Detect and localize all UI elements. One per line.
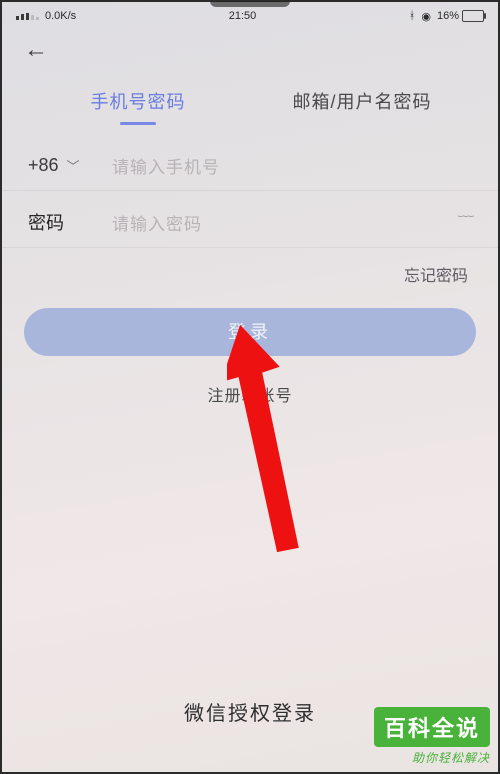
bluetooth-icon: ᚼ [409,10,416,22]
tab-email-password[interactable]: 邮箱/用户名密码 [254,82,470,135]
watermark: 百科全说 助你轻松解决 [374,707,490,766]
tab-email-label: 邮箱/用户名密码 [292,92,431,112]
country-code: +86 [28,155,59,176]
speaker-slot [210,1,290,7]
phone-field-row: +86 ﹀ 请输入手机号 [2,135,498,191]
login-button[interactable]: 登录 [24,308,476,356]
country-code-picker[interactable]: +86 ﹀ [28,155,98,176]
tab-phone-password[interactable]: 手机号密码 [30,82,246,135]
back-button[interactable]: ← [24,36,48,64]
eye-closed-icon[interactable]: ﹋ [458,210,472,234]
screen: 0.0K/s 21:50 ᚼ ◉ 16% ← 手机号密码 邮箱/用户名密码 +8… [0,0,500,774]
watermark-title: 百科全说 [374,707,490,747]
login-tabs: 手机号密码 邮箱/用户名密码 [2,64,498,135]
forgot-password-link[interactable]: 忘记密码 [2,248,498,294]
tab-phone-label: 手机号密码 [91,92,186,112]
signal-icon [16,13,39,20]
chevron-down-icon: ﹀ [67,156,80,175]
battery-pct: 16% [437,10,459,22]
phone-input[interactable]: 请输入手机号 [112,153,472,178]
network-speed: 0.0K/s [45,10,76,22]
status-time: 21:50 [229,10,257,22]
tab-underline [120,122,156,125]
password-label: 密码 [28,209,98,235]
password-input[interactable]: 请输入密码 [112,210,444,235]
shield-icon: ◉ [421,10,431,23]
password-field-row: 密码 请输入密码 ﹋ [2,191,498,248]
battery-indicator: 16% [437,10,484,22]
register-link[interactable]: 注册新账号 [2,356,498,406]
watermark-subtitle: 助你轻松解决 [374,749,490,766]
